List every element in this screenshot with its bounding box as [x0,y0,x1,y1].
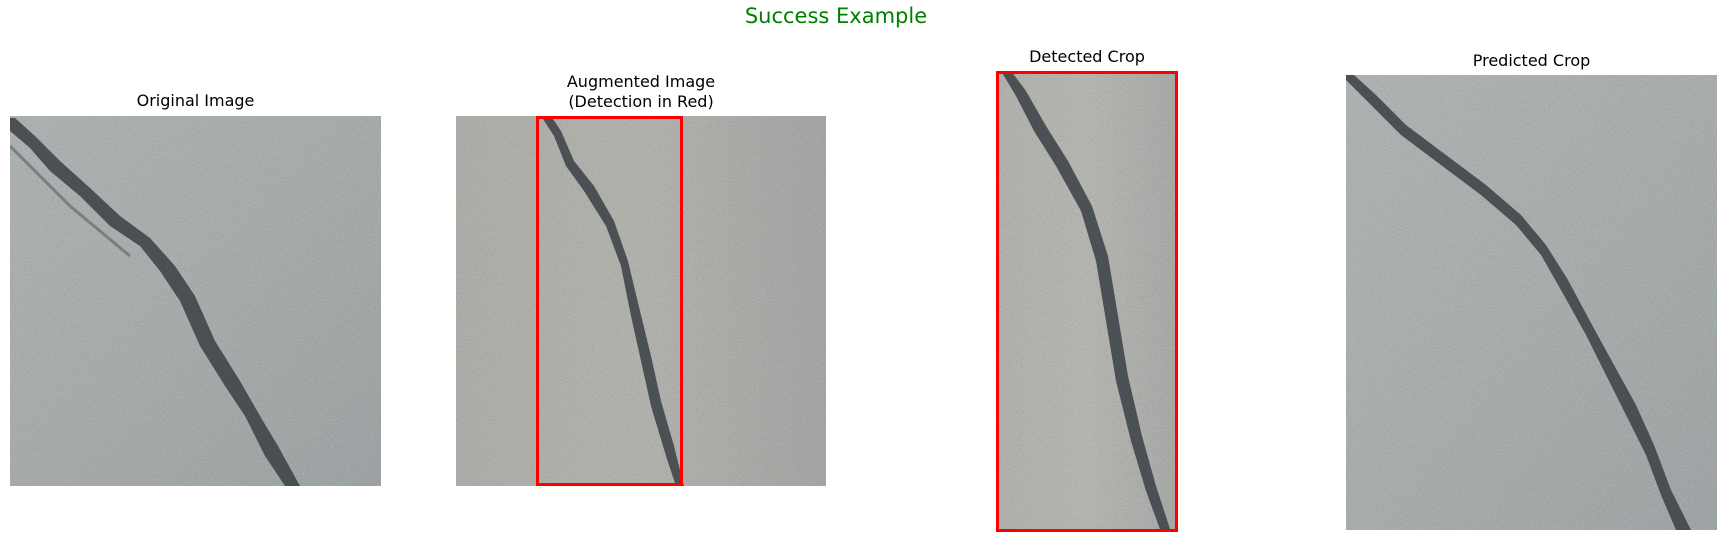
panel-title-original: Original Image [10,91,381,111]
predicted-crop-image [1346,75,1717,530]
panel-title-augmented-line2: (Detection in Red) [568,92,714,111]
panel-title-augmented-line1: Augmented Image [566,72,716,91]
detected-crop-image [996,71,1178,532]
detection-box [536,116,683,486]
panel-title-detected: Detected Crop [996,47,1178,67]
detected-crop-border [996,71,1178,532]
panel-title-detected-text: Detected Crop [1029,47,1145,66]
panel-title-predicted: Predicted Crop [1346,51,1717,71]
original-image [10,116,381,486]
panel-title-augmented: Augmented Image (Detection in Red) [456,72,826,112]
panel-title-predicted-text: Predicted Crop [1472,51,1591,70]
panel-title-original-text: Original Image [136,91,255,110]
augmented-image [456,116,826,486]
figure-title: Success Example [744,4,928,28]
